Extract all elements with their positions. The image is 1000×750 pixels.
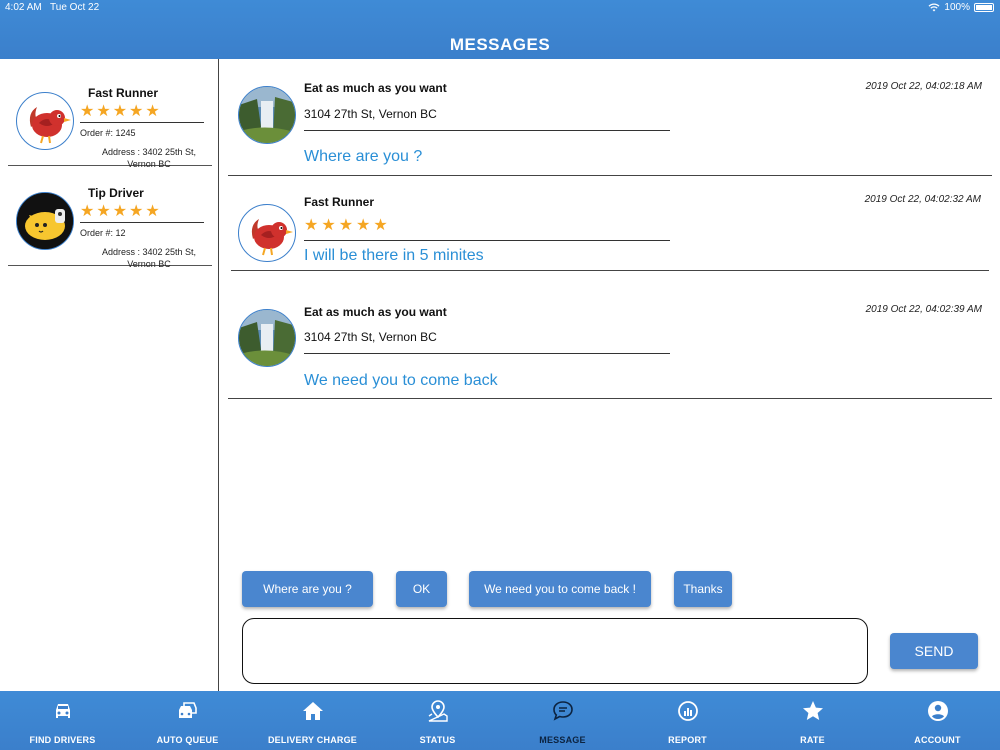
divider — [80, 122, 204, 123]
tab-label: DELIVERY CHARGE — [267, 735, 357, 745]
message-text: Where are you ? — [304, 148, 423, 165]
battery-percent: 100% — [944, 2, 970, 13]
home-icon — [302, 702, 323, 720]
divider — [304, 240, 670, 241]
message-item: Fast Runner ★★★★★ I will be there in 5 m… — [231, 176, 989, 271]
waterfall-photo — [238, 86, 296, 144]
waterfall-photo — [238, 309, 296, 367]
tab-label: AUTO QUEUE — [156, 735, 219, 745]
bottom-tab-bar: FIND DRIVERS AUTO QUEUE DELIVERY CHARGE … — [0, 691, 1000, 750]
tab-label: ACCOUNT — [914, 735, 961, 745]
quick-reply-where-are-you[interactable]: Where are you ? — [242, 571, 373, 607]
divider — [304, 353, 670, 354]
conversation-item[interactable]: Tip Driver ★★★★★ Order #: 12 Address : 3… — [8, 166, 212, 269]
tab-delivery-charge[interactable]: DELIVERY CHARGE — [250, 691, 375, 750]
message-item: Eat as much as you want 3104 27th St, Ve… — [228, 59, 992, 176]
status-bar-time: 4:02 AM Tue Oct 22 — [5, 2, 99, 13]
tab-label: RATE — [800, 735, 825, 745]
conversation-list: Fast Runner ★★★★★ Order #: 1245 Address … — [0, 59, 219, 691]
message-input[interactable] — [242, 618, 868, 684]
cars-queue-icon — [178, 702, 197, 718]
message-timestamp: 2019 Oct 22, 04:02:32 AM — [864, 194, 981, 205]
tab-auto-queue[interactable]: AUTO QUEUE — [125, 691, 250, 750]
message-timestamp: 2019 Oct 22, 04:02:18 AM — [865, 81, 982, 92]
conversation-name: Tip Driver — [88, 186, 144, 200]
send-button[interactable]: SEND — [890, 633, 978, 669]
tab-label: REPORT — [668, 735, 707, 745]
wifi-icon — [928, 3, 940, 12]
divider — [80, 222, 204, 223]
rating-stars: ★★★★★ — [80, 103, 162, 120]
order-number: Order #: 1245 — [80, 128, 136, 138]
chat-bubble-icon — [552, 701, 573, 721]
red-bird-icon — [16, 92, 74, 150]
conversation-address: Address : 3402 25th St, Vernon BC — [101, 247, 197, 269]
status-time: 4:02 AM — [5, 2, 42, 13]
message-address: 3104 27th St, Vernon BC — [304, 330, 437, 344]
tab-label: STATUS — [419, 735, 456, 745]
message-sender: Fast Runner — [304, 195, 375, 209]
report-chart-icon — [677, 701, 698, 721]
tab-status[interactable]: STATUS — [375, 691, 500, 750]
rating-stars: ★★★★★ — [304, 217, 391, 234]
tab-account[interactable]: ACCOUNT — [875, 691, 1000, 750]
status-date: Tue Oct 22 — [50, 2, 100, 13]
battery-icon — [974, 3, 994, 12]
divider — [304, 130, 670, 131]
account-icon — [927, 701, 948, 721]
conversation-name: Fast Runner — [88, 86, 159, 100]
tab-find-drivers[interactable]: FIND DRIVERS — [0, 691, 125, 750]
status-bar-right: 100% — [928, 2, 994, 13]
order-number: Order #: 12 — [80, 228, 126, 238]
message-sender: Eat as much as you want — [304, 81, 447, 95]
app-header: 4:02 AM Tue Oct 22 100% MESSAGES — [0, 0, 1000, 59]
message-text: We need you to come back — [304, 372, 498, 389]
rating-stars: ★★★★★ — [80, 203, 162, 220]
tab-report[interactable]: REPORT — [625, 691, 750, 750]
map-pin-icon — [428, 700, 448, 722]
message-sender: Eat as much as you want — [304, 305, 447, 319]
message-text: I will be there in 5 minites — [304, 247, 484, 264]
car-icon — [55, 704, 70, 718]
yellow-cat-icon — [16, 192, 74, 250]
tab-label: FIND DRIVERS — [29, 735, 96, 745]
conversation-item[interactable]: Fast Runner ★★★★★ Order #: 1245 Address … — [8, 66, 212, 169]
quick-reply-ok[interactable]: OK — [396, 571, 447, 607]
tab-rate[interactable]: RATE — [750, 691, 875, 750]
message-address: 3104 27th St, Vernon BC — [304, 107, 437, 121]
quick-reply-come-back[interactable]: We need you to come back ! — [469, 571, 651, 607]
page-title: MESSAGES — [449, 35, 551, 54]
red-bird-icon — [238, 204, 296, 262]
message-item: Eat as much as you want 3104 27th St, Ve… — [228, 271, 992, 399]
quick-reply-thanks[interactable]: Thanks — [674, 571, 732, 607]
message-timestamp: 2019 Oct 22, 04:02:39 AM — [865, 304, 982, 315]
tab-label: MESSAGE — [539, 735, 586, 745]
star-icon — [802, 701, 823, 720]
tab-message[interactable]: MESSAGE — [500, 691, 625, 750]
